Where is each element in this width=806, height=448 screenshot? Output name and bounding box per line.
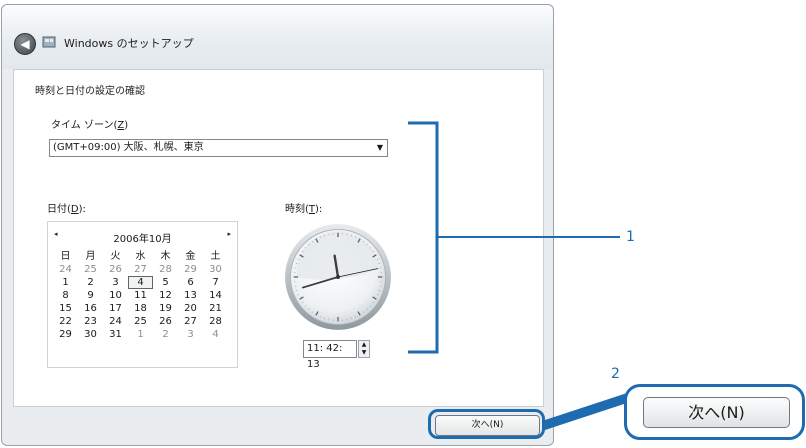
calendar-day[interactable]: 13 [178,289,203,302]
calendar-day[interactable]: 26 [153,315,178,328]
time-spinner: 11: 42: 13 ▲ ▼ [303,340,371,370]
weekday-header: 火 [110,251,121,262]
calendar-day[interactable]: 11 [128,289,153,302]
weekday-header: 水 [135,251,146,262]
calendar-month: 2006年10月 [113,234,172,245]
calendar-day[interactable]: 25 [128,315,153,328]
calendar-grid: 日月火水木金土 24 25 26 27 28 29 30 1 2 3 4 5 6 7 8 9 10 11 12 13 14… [53,250,228,341]
weekday-header: 金 [185,251,196,262]
calendar-day[interactable]: 1 [53,276,78,289]
title-bar: ◀ Windows のセットアップ [2,5,553,69]
calendar-day[interactable]: 9 [78,289,103,302]
setup-window: ◀ Windows のセットアップ 時刻と日付の設定の確認 タイム ゾーン(Z)… [1,4,554,446]
calendar-day[interactable]: 18 [128,302,153,315]
content-panel: 時刻と日付の設定の確認 タイム ゾーン(Z) (GMT+09:00) 大阪、札幌… [13,69,544,407]
zoomed-next-button[interactable]: 次へ(N) [643,397,790,428]
calendar-day[interactable]: 12 [153,289,178,302]
calendar-day[interactable]: 2 [153,328,178,341]
calendar-day[interactable]: 10 [103,289,128,302]
callout-number-2: 2 [611,366,620,382]
calendar-day[interactable]: 25 [78,263,103,276]
dropdown-arrow-icon: ▼ [376,143,383,152]
spin-up-down-icon[interactable]: ▲ ▼ [358,340,370,358]
calendar-day[interactable]: 24 [103,315,128,328]
page-heading: 時刻と日付の設定の確認 [35,86,145,97]
calendar-day[interactable]: 15 [53,302,78,315]
analog-clock [285,224,391,330]
zoomed-next-callout: 次へ(N) [624,384,805,440]
time-label: 時刻(T): [285,204,323,215]
windows-setup-icon [42,36,56,48]
calendar-day[interactable]: 3 [103,276,128,289]
calendar-day[interactable]: 3 [178,328,203,341]
calendar-day[interactable]: 7 [203,276,228,289]
calendar-day[interactable]: 29 [178,263,203,276]
calendar-day[interactable]: 22 [53,315,78,328]
window-title: Windows のセットアップ [64,37,194,50]
calendar-day[interactable]: 4 [203,328,228,341]
calendar-day[interactable]: 28 [153,263,178,276]
calendar-day[interactable]: 27 [128,263,153,276]
calendar-day[interactable]: 21 [203,302,228,315]
calendar-day[interactable]: 26 [103,263,128,276]
callout-number-1: 1 [626,229,635,245]
weekday-header: 月 [85,251,96,262]
back-arrow-icon[interactable]: ◀ [14,33,36,55]
timezone-select[interactable]: (GMT+09:00) 大阪、札幌、東京 ▼ [49,139,388,157]
calendar-day[interactable]: 1 [128,328,153,341]
weekday-header: 日 [60,251,71,262]
calendar-day[interactable]: 16 [78,302,103,315]
calendar-day[interactable]: 2 [78,276,103,289]
calendar-day[interactable]: 27 [178,315,203,328]
calendar-day[interactable]: 20 [178,302,203,315]
calendar-day[interactable]: 5 [153,276,178,289]
next-month-icon[interactable]: ▸ [227,230,231,238]
weekday-header: 土 [210,251,221,262]
calendar-day[interactable]: 30 [78,328,103,341]
calendar-day[interactable]: 4 [128,276,153,289]
calendar-day[interactable]: 17 [103,302,128,315]
time-input[interactable]: 11: 42: 13 [303,340,357,370]
calendar-day[interactable]: 29 [53,328,78,341]
calendar-day[interactable]: 8 [53,289,78,302]
weekday-header: 木 [160,251,171,262]
leader-connector-2 [545,393,627,430]
calendar-day[interactable]: 30 [203,263,228,276]
date-label: 日付(D): [47,204,86,215]
calendar-day[interactable]: 19 [153,302,178,315]
calendar-day[interactable]: 6 [178,276,203,289]
calendar-day[interactable]: 24 [53,263,78,276]
calendar: ◂ 2006年10月 ▸ 日月火水木金土 24 25 26 27 28 29 30 1 2 3 4 5 6… [47,221,238,368]
calendar-day[interactable]: 31 [103,328,128,341]
next-button[interactable]: 次へ(N) [435,415,540,436]
timezone-label: タイム ゾーン(Z) [51,120,129,131]
calendar-day[interactable]: 28 [203,315,228,328]
timezone-value: (GMT+09:00) 大阪、札幌、東京 [53,142,204,153]
calendar-day[interactable]: 14 [203,289,228,302]
calendar-day[interactable]: 23 [78,315,103,328]
